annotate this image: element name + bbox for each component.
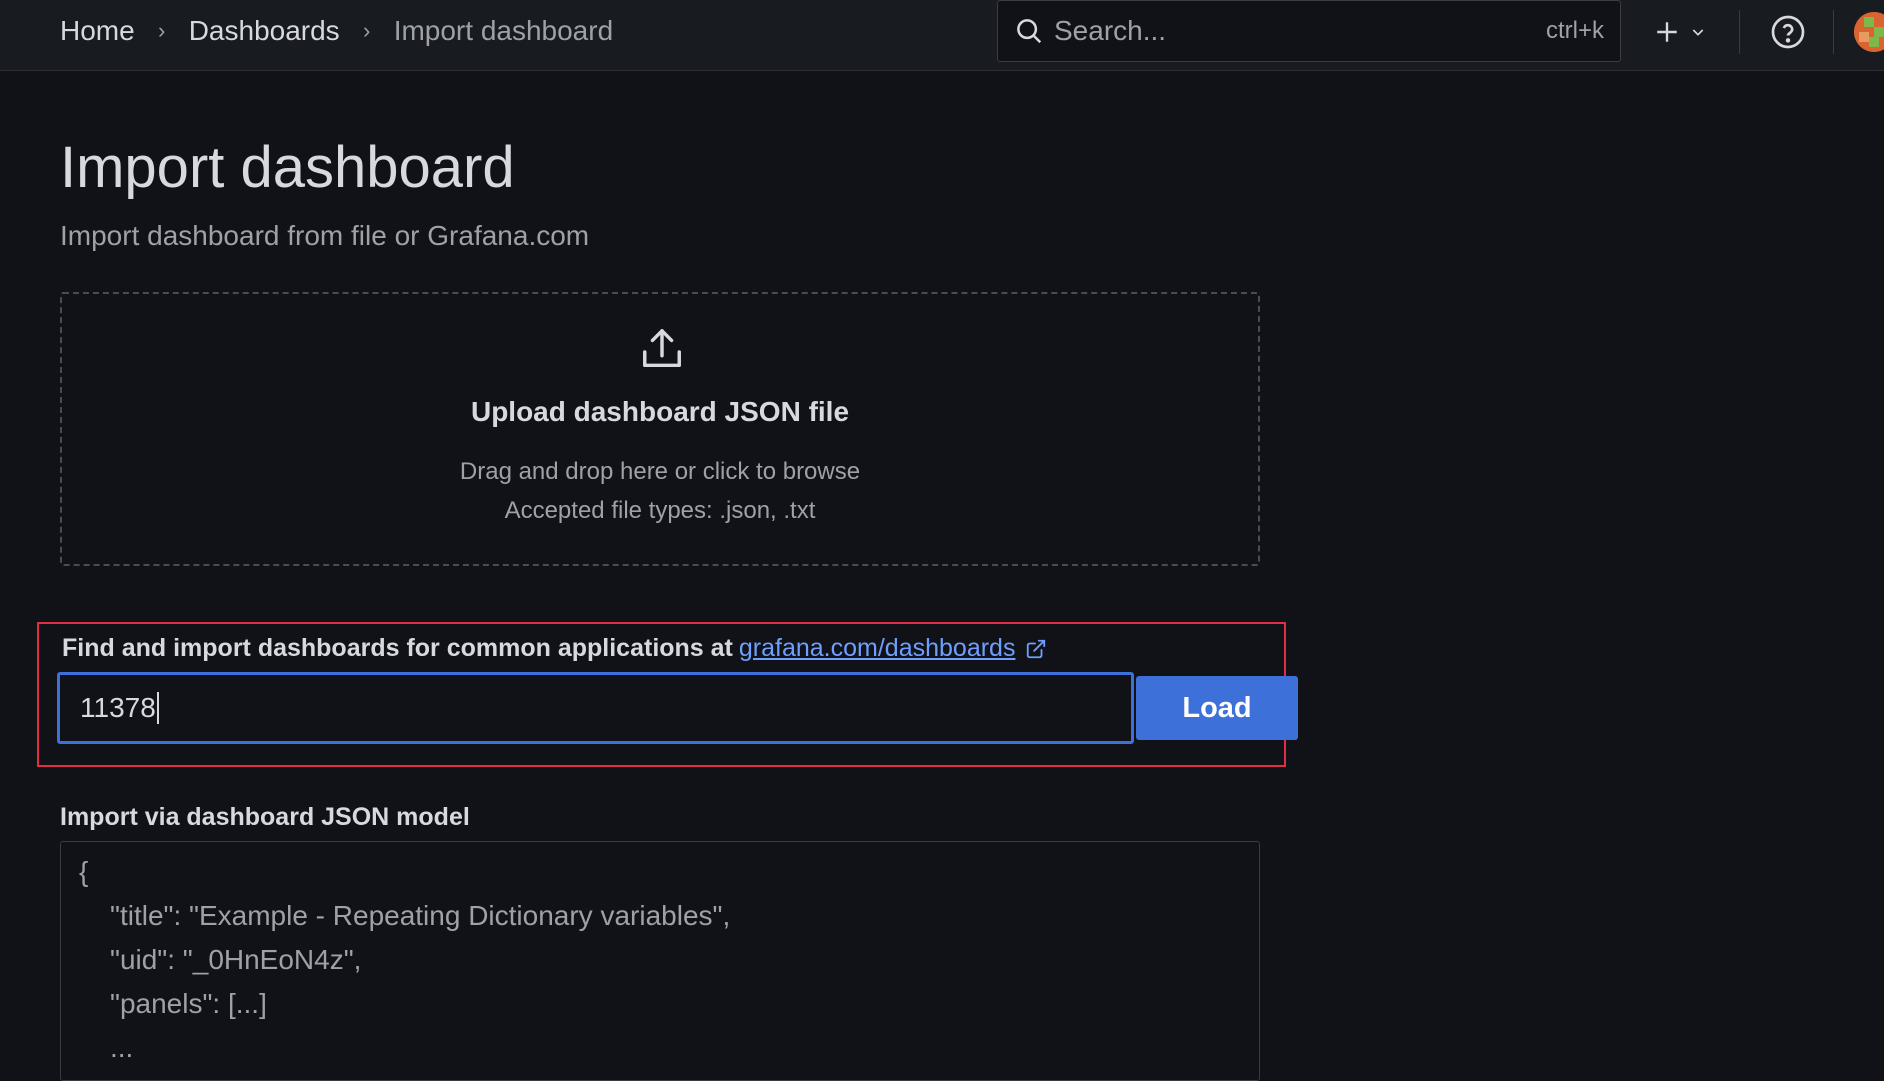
- json-line: "uid": "_0HnEoN4z",: [110, 944, 362, 975]
- help-icon[interactable]: [1770, 14, 1806, 50]
- json-line: ...: [110, 1032, 134, 1063]
- grafana-com-import-section: Find and import dashboards for common ap…: [37, 622, 1298, 767]
- external-link-icon[interactable]: [1025, 638, 1047, 660]
- grafana-com-label: Find and import dashboards for common ap…: [62, 634, 1047, 663]
- chevron-down-icon: [1692, 29, 1704, 36]
- text-caret: [156, 692, 159, 724]
- avatar-image-icon: [1854, 12, 1884, 52]
- upload-icon: [643, 329, 681, 368]
- search-shortcut: ctrl+k: [1545, 17, 1604, 44]
- chevron-right-icon: ›: [158, 18, 166, 43]
- upload-hint: Drag and drop here or click to browse: [459, 458, 861, 485]
- search-icon: [1017, 19, 1042, 44]
- page-subtitle: Import dashboard from file or Grafana.co…: [60, 220, 590, 251]
- search-placeholder: Search...: [1054, 15, 1167, 46]
- json-line: "title": "Example - Repeating Dictionary…: [110, 900, 731, 931]
- json-model-label: Import via dashboard JSON model: [60, 803, 470, 831]
- json-line: "panels": [...]: [110, 988, 267, 1019]
- search-bar[interactable]: Search... ctrl+k: [997, 0, 1621, 62]
- chevron-right-icon: ›: [363, 18, 371, 43]
- top-bar: Home › Dashboards › Import dashboard Sea…: [0, 0, 1884, 71]
- breadcrumb-import-dashboard: Import dashboard: [393, 15, 614, 46]
- breadcrumb: Home › Dashboards › Import dashboard: [60, 0, 613, 62]
- divider: [1833, 10, 1834, 54]
- divider: [1739, 10, 1740, 54]
- new-menu-button[interactable]: [1648, 12, 1712, 52]
- json-model-textarea[interactable]: { "title": "Example - Repeating Dictiona…: [60, 841, 1260, 1081]
- breadcrumb-home[interactable]: Home: [60, 15, 135, 47]
- upload-title: Upload dashboard JSON file: [470, 396, 850, 427]
- upload-dropzone[interactable]: Upload dashboard JSON file Drag and drop…: [60, 292, 1260, 566]
- breadcrumb-dashboards[interactable]: Dashboards: [189, 15, 340, 47]
- dashboard-id-input[interactable]: 11378: [57, 672, 1134, 744]
- page-title: Import dashboard: [60, 135, 515, 200]
- json-line: {: [79, 856, 89, 887]
- grafana-com-link[interactable]: grafana.com/dashboards: [739, 634, 1016, 663]
- dashboard-id-value: 11378: [80, 692, 156, 723]
- avatar[interactable]: [1854, 12, 1884, 52]
- grafana-com-label-text: Find and import dashboards for common ap…: [62, 634, 733, 662]
- plus-icon: [1657, 22, 1677, 42]
- upload-file-types: Accepted file types: .json, .txt: [504, 497, 816, 524]
- load-button[interactable]: Load: [1136, 676, 1298, 740]
